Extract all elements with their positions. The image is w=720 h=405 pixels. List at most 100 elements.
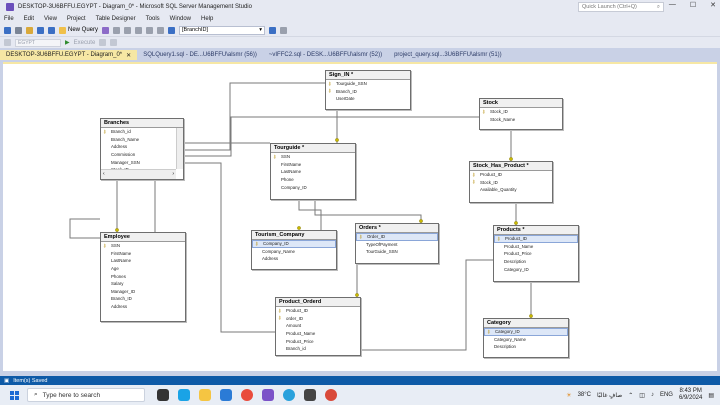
- column-row[interactable]: ⚷ Order_ID: [356, 233, 438, 241]
- chrome-icon[interactable]: [241, 389, 253, 401]
- diagram-canvas[interactable]: Sign_IN * ⚷ Tourguide_SSN ⚷ Branch_ID User…: [3, 62, 717, 371]
- telegram-icon[interactable]: [283, 389, 295, 401]
- menu-view[interactable]: View: [44, 16, 57, 22]
- column-row[interactable]: TypeOfPayment: [356, 241, 438, 249]
- column-row[interactable]: Category_Name: [484, 336, 568, 344]
- tab-viffc2[interactable]: ~vIFFC2.sql - DESK...U6BFFU\alsmr (52)): [263, 50, 388, 60]
- column-row[interactable]: FirstName: [101, 250, 185, 258]
- menu-tools[interactable]: Tools: [146, 16, 160, 22]
- chevron-up-icon[interactable]: ⌃: [628, 392, 633, 399]
- taskbar-search-input[interactable]: ⌕ Type here to search: [27, 388, 145, 402]
- tab-diagram[interactable]: DESKTOP-3U6BFFU.EGYPT - Diagram_0* ✕: [0, 50, 138, 60]
- table-employee[interactable]: Employee ⚷ SSN FirstName LastName Age Pho…: [100, 232, 186, 322]
- column-row[interactable]: Branch_id: [276, 345, 360, 353]
- column-row[interactable]: ⚷ Tourguide_SSN: [326, 80, 410, 88]
- column-row[interactable]: Age: [101, 265, 185, 273]
- minimize-button[interactable]: —: [669, 1, 676, 9]
- column-row[interactable]: ⚷ Stock_ID: [480, 108, 562, 116]
- column-row[interactable]: ⚷ Stock_ID: [470, 179, 552, 187]
- table-stock[interactable]: Stock ⚷ Stock_ID Stock_Name: [479, 98, 563, 130]
- maximize-button[interactable]: ☐: [690, 1, 696, 9]
- table-product-orderd[interactable]: Product_Orderd ⚷ Product_ID ⚷ order_ID Amo…: [275, 297, 361, 356]
- column-row[interactable]: Available_Quantity: [470, 186, 552, 194]
- language-indicator[interactable]: ENG: [660, 392, 673, 398]
- cut-icon[interactable]: [113, 26, 121, 34]
- column-row[interactable]: Description: [494, 258, 578, 266]
- file-explorer-icon[interactable]: [199, 389, 211, 401]
- close-icon[interactable]: ✕: [126, 52, 131, 59]
- horizontal-scrollbar[interactable]: ‹ ›: [101, 169, 176, 179]
- column-row[interactable]: Product_Name: [494, 243, 578, 251]
- clock[interactable]: 8:43 PM 6/9/2024: [679, 388, 702, 402]
- column-combo[interactable]: [BranchID] ▾: [179, 25, 266, 35]
- open-folder-icon[interactable]: [26, 26, 33, 34]
- edge-icon[interactable]: [178, 389, 190, 401]
- column-row[interactable]: Company_Name: [252, 248, 336, 256]
- column-row[interactable]: ⚷ SSN: [101, 242, 185, 250]
- vertical-scrollbar[interactable]: [176, 128, 183, 169]
- menu-project[interactable]: Project: [67, 16, 86, 22]
- toolbox-icon[interactable]: [280, 26, 288, 34]
- properties-icon[interactable]: [269, 26, 277, 34]
- menu-edit[interactable]: Edit: [24, 16, 34, 22]
- column-row[interactable]: ⚷ order_ID: [276, 315, 360, 323]
- save-icon[interactable]: [37, 26, 44, 34]
- column-row[interactable]: Phones: [101, 272, 185, 280]
- notifications-icon[interactable]: ▤: [708, 392, 714, 399]
- back-icon[interactable]: [4, 26, 11, 34]
- copy-icon[interactable]: [124, 26, 132, 34]
- connect-icon[interactable]: [4, 39, 11, 46]
- store-icon[interactable]: [220, 389, 232, 401]
- relationship-tourguide-orders[interactable]: [314, 200, 422, 223]
- database-query-icon[interactable]: [102, 26, 110, 34]
- table-sign-in[interactable]: Sign_IN * ⚷ Tourguide_SSN ⚷ Branch_ID User…: [325, 70, 411, 110]
- table-category[interactable]: Category ⚷ Category_ID Category_Name Desc…: [483, 318, 569, 358]
- column-row[interactable]: Address: [101, 303, 185, 311]
- column-row[interactable]: Commission: [101, 151, 183, 159]
- table-products[interactable]: Products * ⚷ Product_ID Product_Name Prod…: [493, 225, 579, 282]
- table-stock-has-product[interactable]: Stock_Has_Product * ⚷ Product_ID ⚷ Stock_I…: [469, 161, 553, 203]
- column-row[interactable]: ⚷ Category_ID: [484, 328, 568, 336]
- new-query-button[interactable]: New Query: [59, 26, 98, 34]
- column-row[interactable]: ⚷ Company_ID: [252, 240, 336, 248]
- column-row[interactable]: Product_Price: [276, 337, 360, 345]
- column-row[interactable]: Branch_Name: [101, 136, 183, 144]
- column-row[interactable]: Address: [101, 143, 183, 151]
- relationship-icon[interactable]: [168, 26, 176, 34]
- column-row[interactable]: ⚷ SSN: [271, 153, 355, 161]
- column-row[interactable]: Product_Price: [494, 250, 578, 258]
- relationship-employee-self[interactable]: [69, 218, 100, 239]
- column-row[interactable]: Description: [484, 343, 568, 351]
- column-row[interactable]: ⚷ Product_ID: [276, 307, 360, 315]
- column-row[interactable]: Stock_Name: [480, 116, 562, 124]
- table-orders[interactable]: Orders * ⚷ Order_ID TypeOfPayment TourGui…: [355, 223, 439, 264]
- visual-studio-icon[interactable]: [262, 389, 274, 401]
- column-row[interactable]: Company_ID: [271, 183, 355, 191]
- paste-icon[interactable]: [135, 26, 143, 34]
- menu-window[interactable]: Window: [170, 16, 191, 22]
- relationship-products-productorderd[interactable]: [361, 259, 493, 351]
- column-row[interactable]: Product_Name: [276, 330, 360, 338]
- windows-start-icon[interactable]: [10, 390, 19, 400]
- redo-icon[interactable]: [157, 26, 165, 34]
- table-tourism-company[interactable]: Tourism_Company ⚷ Company_ID Company_Name…: [251, 230, 337, 270]
- save-all-icon[interactable]: [48, 26, 55, 34]
- quick-launch-input[interactable]: Quick Launch (Ctrl+Q) ⌕: [578, 2, 664, 12]
- scroll-right-icon[interactable]: ›: [172, 171, 174, 178]
- tab-sqlquery1[interactable]: SQLQuery1.sql - DE...U6BFFU\alsmr (56)): [137, 50, 263, 60]
- execute-button[interactable]: Execute: [74, 40, 96, 46]
- orders-app-icon[interactable]: [304, 389, 316, 401]
- weather-temp[interactable]: 38°C: [578, 392, 591, 398]
- column-row[interactable]: ⚷ Branch_id: [101, 128, 183, 136]
- undo-icon[interactable]: [146, 26, 154, 34]
- tab-project-query[interactable]: project_query.sql...3U6BFFU\alsmr (51)): [388, 50, 508, 60]
- table-branches[interactable]: Branches ⚷ Branch_id Branch_Name Address …: [100, 118, 184, 180]
- execute-icon[interactable]: ▶: [65, 39, 70, 46]
- column-row[interactable]: Address: [252, 255, 336, 263]
- menu-table-designer[interactable]: Table Designer: [96, 16, 136, 22]
- column-row[interactable]: FirstName: [271, 161, 355, 169]
- scroll-left-icon[interactable]: ‹: [103, 171, 105, 178]
- column-row[interactable]: TourGuide_SSN: [356, 248, 438, 256]
- volume-icon[interactable]: ♪: [651, 392, 654, 398]
- task-view-icon[interactable]: [157, 389, 169, 401]
